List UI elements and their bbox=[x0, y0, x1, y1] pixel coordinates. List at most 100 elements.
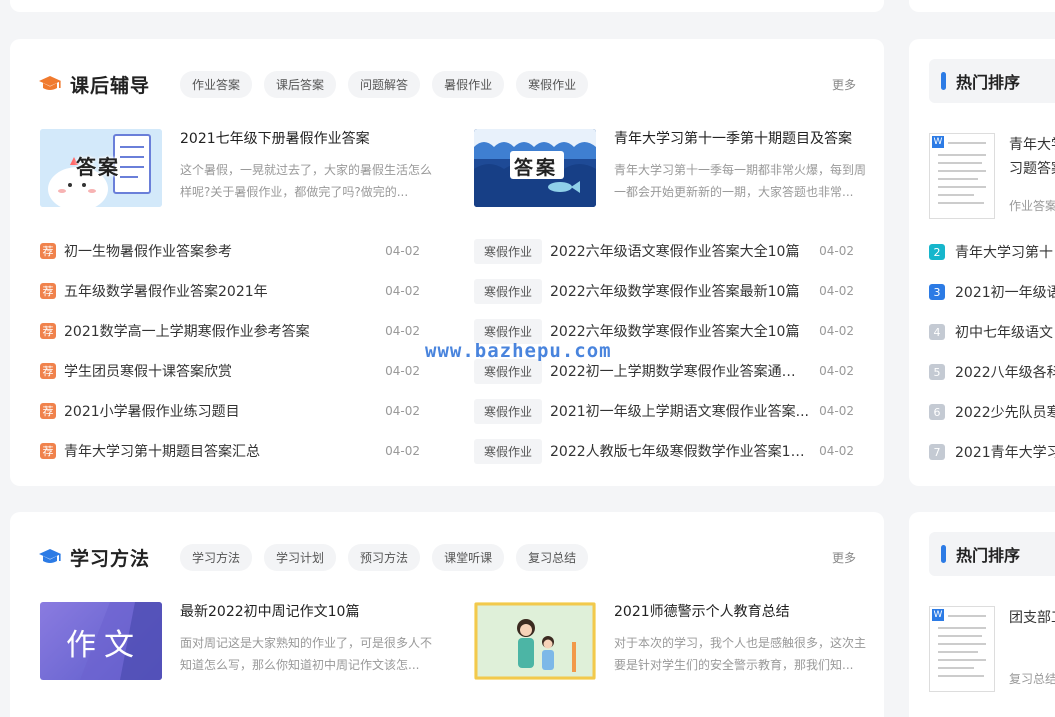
more-link[interactable]: 更多 bbox=[832, 549, 856, 566]
list-item[interactable]: 荐 初一生物暑假作业答案参考 04-02 bbox=[40, 231, 420, 271]
article-summary: 面对周记这是大家熟知的作业了，可是很多人不知道怎么写，那么你知道初中周记作文该怎… bbox=[180, 636, 432, 672]
list-item-date: 04-02 bbox=[819, 364, 854, 378]
article-title[interactable]: 最新2022初中周记作文10篇 bbox=[180, 602, 432, 622]
article-thumbnail[interactable]: 答案 bbox=[474, 129, 596, 207]
document-thumbnail[interactable]: W bbox=[929, 606, 995, 692]
list-item-title[interactable]: 2022六年级语文寒假作业答案大全10篇 bbox=[550, 241, 809, 261]
site-watermark: www.bazhepu.com bbox=[425, 340, 612, 362]
tag-link[interactable]: 预习方法 bbox=[348, 543, 421, 571]
previous-section-card bbox=[10, 0, 884, 12]
sidebar-header: 热门排序 bbox=[929, 532, 1055, 576]
article-thumbnail[interactable]: 作文 bbox=[40, 602, 162, 680]
graduation-cap-icon bbox=[39, 549, 61, 563]
list-item-title[interactable]: 初一生物暑假作业答案参考 bbox=[64, 241, 375, 261]
section-title: 学习方法 bbox=[70, 547, 151, 570]
recommend-badge: 荐 bbox=[40, 443, 56, 459]
list-item[interactable]: 荐 2021数学高一上学期寒假作业参考答案 04-02 bbox=[40, 311, 420, 351]
sidebar-featured[interactable]: W 青年大学 习题答案 作业答案 bbox=[929, 133, 1055, 219]
article-thumbnail[interactable] bbox=[474, 602, 596, 680]
tag-link[interactable]: 课后答案 bbox=[264, 70, 337, 98]
article-title[interactable]: 青年大学习第十一季第十期题目及答案 bbox=[614, 129, 866, 149]
tag-link[interactable]: 学习方法 bbox=[180, 543, 253, 571]
list-item-title[interactable]: 2022六年级数学寒假作业答案大全10篇 bbox=[550, 321, 809, 341]
category-tag[interactable]: 寒假作业 bbox=[474, 238, 543, 264]
rank-title[interactable]: 2021初一年级语 bbox=[955, 282, 1055, 302]
category-tag[interactable]: 寒假作业 bbox=[474, 438, 543, 464]
rank-number: 5 bbox=[929, 364, 945, 380]
list-item[interactable]: 荐 学生团员寒假十课答案欣赏 04-02 bbox=[40, 351, 420, 391]
rank-title[interactable]: 青年大学习第十 bbox=[955, 242, 1053, 262]
rank-item[interactable]: 5 2022八年级各科 bbox=[929, 362, 1055, 382]
rank-item[interactable]: 3 2021初一年级语 bbox=[929, 282, 1055, 302]
section-title: 课后辅导 bbox=[70, 74, 151, 97]
rank-number: 7 bbox=[929, 444, 945, 460]
list-item-title[interactable]: 青年大学习第十期题目答案汇总 bbox=[64, 441, 375, 461]
list-item[interactable]: 寒假作业 2021初一年级上学期语文寒假作业答案... 04-02 bbox=[474, 391, 854, 431]
rank-title[interactable]: 2022少先队员寒 bbox=[955, 402, 1055, 422]
recommended-list: 荐 初一生物暑假作业答案参考 04-02 荐 五年级数学暑假作业答案2021年 … bbox=[40, 231, 420, 471]
recommend-badge: 荐 bbox=[40, 283, 56, 299]
sidebar-featured-title[interactable]: 团支部工 bbox=[1009, 606, 1055, 630]
tag-link[interactable]: 问题解答 bbox=[348, 70, 421, 98]
list-item-date: 04-02 bbox=[385, 404, 420, 418]
section-tags: 作业答案 课后答案 问题解答 暑假作业 寒假作业 bbox=[180, 70, 589, 98]
sidebar-featured-category: 作业答案 bbox=[1009, 199, 1055, 213]
tag-link[interactable]: 作业答案 bbox=[180, 70, 253, 98]
featured-article[interactable]: 2021师德警示个人教育总结 对于本次的学习，我个人也是感触很多，这次主要是针对… bbox=[474, 602, 866, 680]
article-summary: 青年大学习第十一季每一期都非常火爆，每到周一都会开始更新新的一期，大家答题也非常… bbox=[614, 163, 866, 199]
rank-title[interactable]: 2022八年级各科 bbox=[955, 362, 1055, 382]
list-item[interactable]: 荐 五年级数学暑假作业答案2021年 04-02 bbox=[40, 271, 420, 311]
list-item[interactable]: 荐 青年大学习第十期题目答案汇总 04-02 bbox=[40, 431, 420, 471]
document-thumbnail[interactable]: W bbox=[929, 133, 995, 219]
rank-title[interactable]: 初中七年级语文 bbox=[955, 322, 1053, 342]
sidebar-featured-title[interactable]: 青年大学 bbox=[1009, 133, 1055, 157]
sidebar-featured-title-line2[interactable]: 习题答案 bbox=[1009, 157, 1055, 181]
sidebar-hot-ranking: 热门排序 W 团支部工 复习总结 bbox=[909, 512, 1055, 717]
list-item[interactable]: 寒假作业 2022六年级语文寒假作业答案大全10篇 04-02 bbox=[474, 231, 854, 271]
list-item-title[interactable]: 2022六年级数学寒假作业答案最新10篇 bbox=[550, 281, 809, 301]
article-thumbnail[interactable]: 答案 bbox=[40, 129, 162, 207]
rank-number: 6 bbox=[929, 404, 945, 420]
list-item-title[interactable]: 五年级数学暑假作业答案2021年 bbox=[64, 281, 375, 301]
sidebar-title: 热门排序 bbox=[956, 546, 1021, 565]
list-item-date: 04-02 bbox=[819, 404, 854, 418]
category-tag[interactable]: 寒假作业 bbox=[474, 398, 543, 424]
more-link[interactable]: 更多 bbox=[832, 76, 856, 93]
category-tag[interactable]: 寒假作业 bbox=[474, 278, 543, 304]
tag-link[interactable]: 学习计划 bbox=[264, 543, 337, 571]
article-title[interactable]: 2021七年级下册暑假作业答案 bbox=[180, 129, 432, 149]
thumbnail-text: 答案 bbox=[514, 157, 559, 179]
rank-number: 4 bbox=[929, 324, 945, 340]
list-item[interactable]: 寒假作业 2022人教版七年级寒假数学作业答案10篇 04-02 bbox=[474, 431, 854, 471]
list-item[interactable]: 荐 2021小学暑假作业练习题目 04-02 bbox=[40, 391, 420, 431]
featured-article[interactable]: 答案 青年大学习第十一季第十期题目及答案 青年大学习第十一季每一期都非常火爆，每… bbox=[474, 129, 866, 207]
list-item-date: 04-02 bbox=[819, 324, 854, 338]
tag-link[interactable]: 寒假作业 bbox=[516, 70, 589, 98]
list-item-title[interactable]: 学生团员寒假十课答案欣赏 bbox=[64, 361, 375, 381]
rank-item[interactable]: 6 2022少先队员寒 bbox=[929, 402, 1055, 422]
sidebar-hot-ranking: 热门排序 W 青年大学 习题答案 作业答案 2 青年大学习第十 3 2021初一… bbox=[909, 39, 1055, 486]
list-item-title[interactable]: 2021小学暑假作业练习题目 bbox=[64, 401, 375, 421]
featured-article[interactable]: 作文 最新2022初中周记作文10篇 面对周记这是大家熟知的作业了，可是很多人不… bbox=[40, 602, 432, 680]
list-item-date: 04-02 bbox=[819, 284, 854, 298]
list-item-title[interactable]: 2022初一上学期数学寒假作业答案通用1... bbox=[550, 361, 809, 381]
tag-link[interactable]: 复习总结 bbox=[516, 543, 589, 571]
list-item-title[interactable]: 2021数学高一上学期寒假作业参考答案 bbox=[64, 321, 375, 341]
recommend-badge: 荐 bbox=[40, 243, 56, 259]
article-title[interactable]: 2021师德警示个人教育总结 bbox=[614, 602, 866, 622]
tag-link[interactable]: 课堂听课 bbox=[432, 543, 505, 571]
section-header: 课后辅导 作业答案 课后答案 问题解答 暑假作业 寒假作业 更多 bbox=[38, 69, 856, 99]
rank-item[interactable]: 4 初中七年级语文 bbox=[929, 322, 1053, 342]
category-tag[interactable]: 寒假作业 bbox=[474, 358, 543, 384]
tag-link[interactable]: 暑假作业 bbox=[432, 70, 505, 98]
rank-item[interactable]: 2 青年大学习第十 bbox=[929, 242, 1053, 262]
list-item-title[interactable]: 2022人教版七年级寒假数学作业答案10篇 bbox=[550, 441, 809, 461]
sidebar-featured[interactable]: W 团支部工 复习总结 bbox=[929, 606, 1055, 692]
article-summary: 这个暑假，一晃就过去了，大家的暑假生活怎么样呢?关于暑假作业，都做完了吗?做完的… bbox=[180, 163, 432, 199]
featured-article[interactable]: 答案 2021七年级下册暑假作业答案 这个暑假，一晃就过去了，大家的暑假生活怎么… bbox=[40, 129, 432, 207]
previous-sidebar-card bbox=[909, 0, 1055, 12]
list-item[interactable]: 寒假作业 2022六年级数学寒假作业答案最新10篇 04-02 bbox=[474, 271, 854, 311]
rank-title[interactable]: 2021青年大学习 bbox=[955, 442, 1055, 462]
rank-item[interactable]: 7 2021青年大学习 bbox=[929, 442, 1055, 462]
list-item-title[interactable]: 2021初一年级上学期语文寒假作业答案... bbox=[550, 401, 809, 421]
